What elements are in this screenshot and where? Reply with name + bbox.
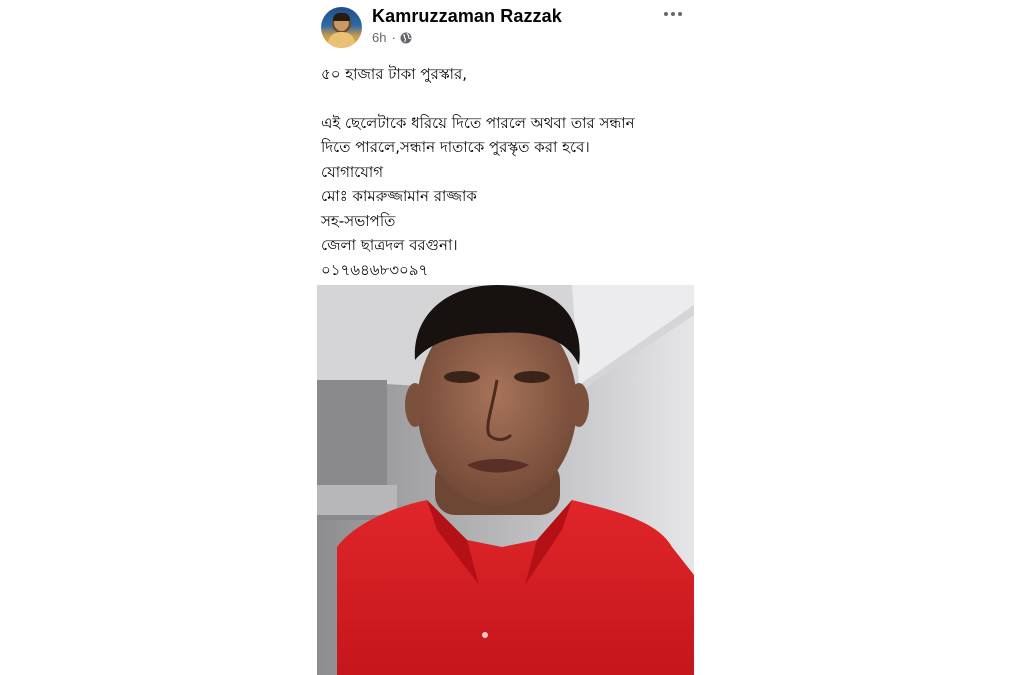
post-text-line: এই ছেলেটাকে ধরিয়ে দিতে পারলে অথবা তার স… [321, 113, 635, 132]
post-text-line: ৫০ হাজার টাকা পুরস্কার, [321, 65, 468, 83]
globe-icon[interactable] [400, 32, 412, 44]
post-timestamp[interactable]: 6h [372, 30, 386, 45]
avatar-shirt [328, 32, 355, 48]
meta-separator: · [391, 30, 396, 45]
author-avatar[interactable] [321, 7, 362, 48]
post-photo-illustration [317, 285, 694, 675]
facebook-post: Kamruzzaman Razzak 6h · ৫০ হাজার টাকা পু… [317, 0, 694, 675]
post-text-line: যোগাযোগ [321, 162, 384, 181]
author-name[interactable]: Kamruzzaman Razzak [372, 6, 562, 27]
post-text-line: দিতে পারলে,সন্ধান দাতাকে পুরস্কৃত করা হব… [321, 138, 590, 156]
post-meta: 6h · [372, 30, 412, 45]
post-text-line: সহ-সভাপতি [321, 211, 396, 230]
post-text: ৫০ হাজার টাকা পুরস্কার, এই ছেলেটাকে ধরিয… [321, 62, 691, 282]
post-text-line: ০১৭৬৪৬৮৩০৯৭ [321, 260, 429, 279]
post-photo[interactable] [317, 285, 694, 675]
more-options-icon[interactable] [659, 4, 687, 24]
post-text-blank-line [321, 87, 691, 111]
post-text-line: জেলা ছাত্রদল বরগুনা। [321, 236, 458, 254]
post-text-line: মোঃ কামরুজ্জামান রাজ্জাক [321, 187, 477, 205]
avatar-hair [333, 13, 350, 21]
